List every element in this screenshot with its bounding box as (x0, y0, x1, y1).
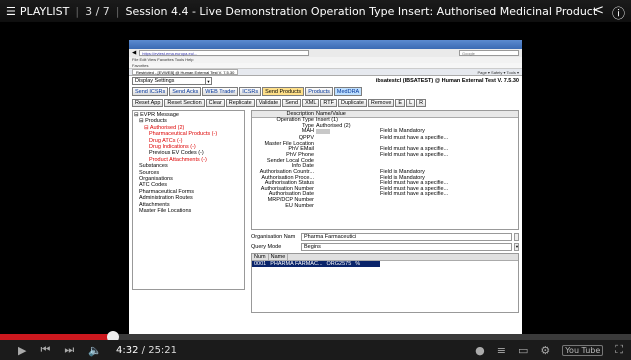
previous-icon[interactable]: ⏮ (40, 343, 50, 357)
result-name: PHARMA FARMAC... (270, 261, 323, 267)
reset-app-button[interactable]: Reset App (132, 98, 164, 107)
query-mode-select[interactable]: Begins (301, 242, 512, 251)
detail-header-message (370, 111, 518, 117)
divider: | (115, 4, 120, 18)
browser-titlebar (129, 40, 522, 49)
app-header-row: Display Settings ▼ ibsatestcl (IBSATEST)… (129, 76, 522, 86)
results-list: Num Name 0001 PHARMA FARMAC... ORG2575% (251, 253, 519, 313)
navigation-tree: ⊟ EVPR Message ⊟ Products ⊟ Authorised (2)… (132, 110, 245, 290)
organisation-name-label: Organisation Nam (251, 233, 296, 240)
playlist-icon: ☰ (6, 4, 16, 18)
browser-tools[interactable]: Page ▾ Safety ▾ Tools ▾ (477, 70, 522, 75)
l-button[interactable]: L (406, 98, 416, 107)
player-controls: ▶ ⏮ ⏭ 🔈 4:32 / 25:21 ● ≡ ▭ ⚙ You Tube ⛶ (0, 340, 631, 360)
tab-send-icsrs[interactable]: Send ICSRs (132, 87, 169, 96)
field-label: EU Number (285, 202, 314, 209)
detail-row[interactable]: EU Number (252, 202, 518, 210)
back-icon[interactable]: ◀ (132, 50, 136, 56)
organisation-name-input[interactable]: Pharma Farmaceutici (301, 232, 512, 241)
video-frame[interactable]: ◀ https://evtest.ema.europa.eu/... Googl… (0, 22, 631, 342)
tab-send-products[interactable]: Send Products (262, 87, 305, 96)
video-title[interactable]: Session 4.4 - Live Demonstration Operati… (126, 5, 598, 18)
tab-web-trader[interactable]: WEB Trader (202, 87, 239, 96)
playlist-label: PLAYLIST (19, 4, 70, 18)
duration: 25:21 (148, 344, 178, 356)
result-row[interactable]: 0001 PHARMA FARMAC... ORG2575% (252, 261, 380, 267)
result-code: ORG2575 (326, 261, 352, 267)
rtf-button[interactable]: RTF (320, 98, 337, 107)
browser-tab-row: Restricted - [EVWEB] @ Human External Te… (129, 69, 522, 76)
scroll-handle[interactable] (514, 232, 519, 241)
user-info: ibsatestcl (IBSATEST) @ Human External T… (375, 78, 519, 84)
share-icon[interactable]: < (593, 3, 604, 22)
time-display: 4:32 / 25:21 (116, 345, 177, 356)
field-value[interactable] (316, 129, 370, 136)
tab-products[interactable]: Products (305, 87, 333, 96)
action-toolbar: Reset App Reset Section Clear Replicate Vali… (129, 97, 522, 108)
next-icon[interactable]: ⏭ (64, 343, 74, 357)
fullscreen-icon[interactable]: ⛶ (615, 343, 623, 357)
chevron-down-icon: ▼ (205, 78, 211, 84)
search-box[interactable]: Google (459, 50, 519, 56)
browser-window: ◀ https://evtest.ema.europa.eu/... Googl… (129, 40, 522, 342)
playlist-queue-icon[interactable]: ≡ (497, 344, 506, 357)
query-mode-label: Query Mode (251, 243, 282, 250)
reset-section-button[interactable]: Reset Section (164, 98, 205, 107)
settings-dropdown[interactable]: Display Settings ▼ (132, 77, 212, 85)
validation-message (370, 204, 518, 210)
settings-gear-icon[interactable]: ⚙ (540, 344, 550, 357)
play-icon[interactable]: ▶ (18, 344, 26, 357)
tree-node[interactable]: Master File Locations (134, 208, 243, 214)
results-header: Num Name (252, 254, 518, 261)
tab-meddra[interactable]: MedDRA (333, 87, 363, 96)
send-button[interactable]: Send (282, 98, 302, 107)
volume-icon[interactable]: 🔈 (88, 344, 102, 357)
replicate-button[interactable]: Replicate (225, 98, 255, 107)
playlist-position: 3 / 7 (85, 4, 110, 18)
main-tabs: Send ICSRs Send Acks WEB Trader ICSRs Send P… (129, 86, 522, 97)
current-time: 4:32 (115, 344, 139, 356)
miniplayer-icon[interactable]: ▭ (518, 344, 528, 357)
organisation-name-row: Organisation Nam Pharma Farmaceutici (251, 232, 519, 241)
results-header-name: Name (269, 254, 289, 260)
player-title-bar: ☰ PLAYLIST | 3 / 7 | Session 4.4 - Live … (0, 0, 631, 22)
tab-send-acks[interactable]: Send Acks (169, 87, 202, 96)
results-header-num: Num (252, 254, 269, 260)
clear-button[interactable]: Clear (205, 98, 225, 107)
autoplay-icon[interactable]: ● (475, 344, 485, 357)
chevron-down-icon[interactable]: ▼ (514, 242, 519, 251)
duplicate-button[interactable]: Duplicate (337, 98, 367, 107)
settings-dropdown-value: Display Settings (135, 78, 175, 84)
browser-tab[interactable]: Restricted - [EVWEB] @ Human External Te… (132, 69, 239, 75)
r-button[interactable]: R (416, 98, 427, 107)
validate-button[interactable]: Validate (255, 98, 282, 107)
info-icon[interactable]: ⓘ (612, 3, 625, 22)
tab-icsrs[interactable]: ICSRs (239, 87, 262, 96)
detail-grid: Description Name/Value Operation Type Ins… (251, 110, 519, 230)
divider: | (75, 4, 80, 18)
address-bar[interactable]: https://evtest.ema.europa.eu/... (139, 50, 310, 56)
playlist-button[interactable]: ☰ PLAYLIST (6, 5, 69, 18)
query-mode-row: Query Mode Begins ▼ (251, 242, 519, 251)
browser-address-row: ◀ https://evtest.ema.europa.eu/... Googl… (129, 49, 522, 57)
xml-button[interactable]: XML (302, 98, 320, 107)
evweb-app: Display Settings ▼ ibsatestcl (IBSATEST)… (129, 76, 522, 342)
result-num: 0001 (254, 261, 267, 267)
remove-button[interactable]: Remove (367, 98, 395, 107)
result-extra: % (355, 261, 361, 267)
youtube-logo[interactable]: You Tube (562, 344, 604, 356)
e-button[interactable]: E (395, 98, 406, 107)
lookup-box[interactable] (316, 129, 330, 135)
field-value[interactable] (316, 204, 370, 210)
